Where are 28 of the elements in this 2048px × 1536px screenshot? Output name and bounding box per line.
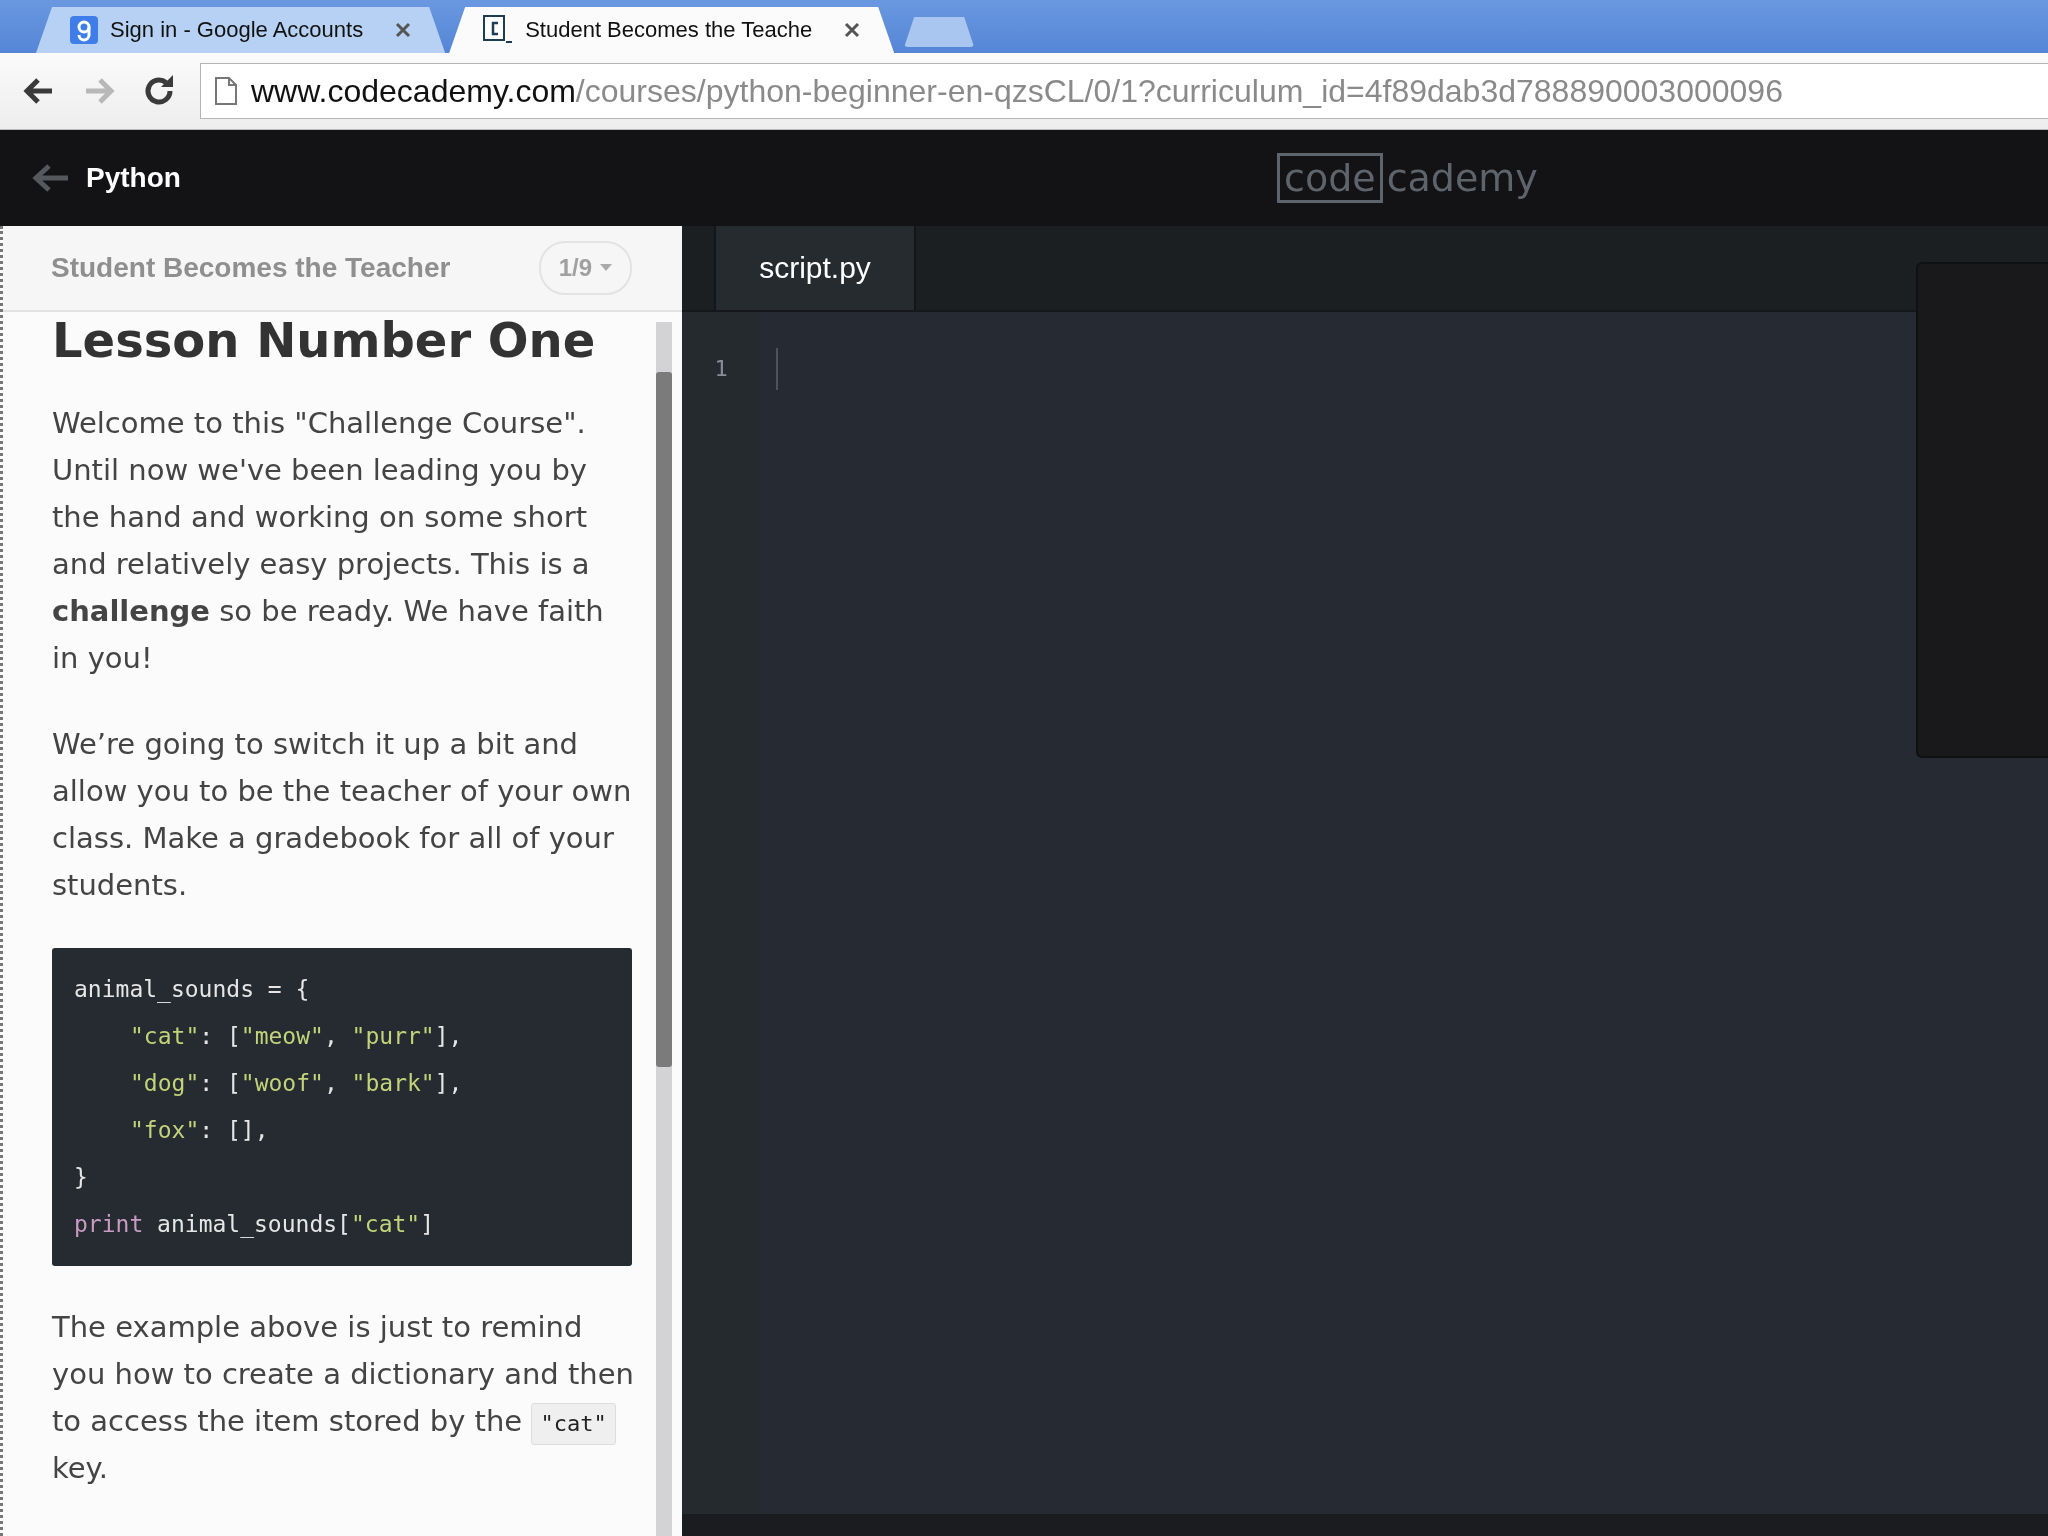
- code-line: "fox": [],: [129, 1116, 270, 1145]
- logo-text: cademy: [1385, 156, 1538, 200]
- paragraph: We’re going to switch it up a bit and allow you to be the teacher of your own class. Make a gradebook for all of your students.: [52, 726, 633, 904]
- file-tab[interactable]: script.py: [714, 226, 916, 310]
- code-line: "cat": ["meow", "purr"],: [129, 1022, 464, 1051]
- lesson-heading: Lesson Number One: [52, 312, 597, 370]
- address-bar[interactable]: www.codecademy.com/courses/python-beginner-en-qzsCL/0/1?curriculum_id=4f89dab3d788890003000096: [200, 63, 2048, 119]
- paragraph: The example above is just to remind you how to create a dictionary and then to access the item stored by the "cat" key.: [52, 1309, 635, 1487]
- code-line: print animal_sounds["cat"]: [74, 1210, 436, 1240]
- back-arrow-icon[interactable]: [32, 163, 70, 193]
- favicon-icon: [483, 15, 514, 45]
- code-line: "dog": ["woof", "bark"],: [129, 1069, 464, 1098]
- scrollbar[interactable]: [656, 322, 672, 1536]
- course-link[interactable]: Python: [86, 162, 181, 194]
- lesson-title: Student Becomes the Teacher: [51, 252, 451, 284]
- browser-tab[interactable]: Student Becomes the Teache: [449, 7, 895, 53]
- page-icon: [215, 77, 237, 105]
- line-number: 1: [714, 355, 728, 383]
- paragraph: Welcome to this "Challenge Course". Until now we've been leading you by the hand and working on some short and relatively easy projects. This is a challenge so be ready. We have faith in you!: [52, 405, 605, 677]
- caret-icon: [600, 264, 612, 272]
- inline-code: "cat": [531, 1403, 616, 1445]
- logo-mark: code: [1277, 153, 1383, 203]
- close-icon[interactable]: [395, 22, 412, 38]
- code-line: }: [74, 1163, 89, 1192]
- code-line: animal_sounds = {: [74, 975, 311, 1005]
- close-icon[interactable]: [844, 22, 861, 38]
- browser-tab[interactable]: Sign in - Google Accounts: [36, 7, 446, 53]
- favicon-icon: [70, 16, 98, 44]
